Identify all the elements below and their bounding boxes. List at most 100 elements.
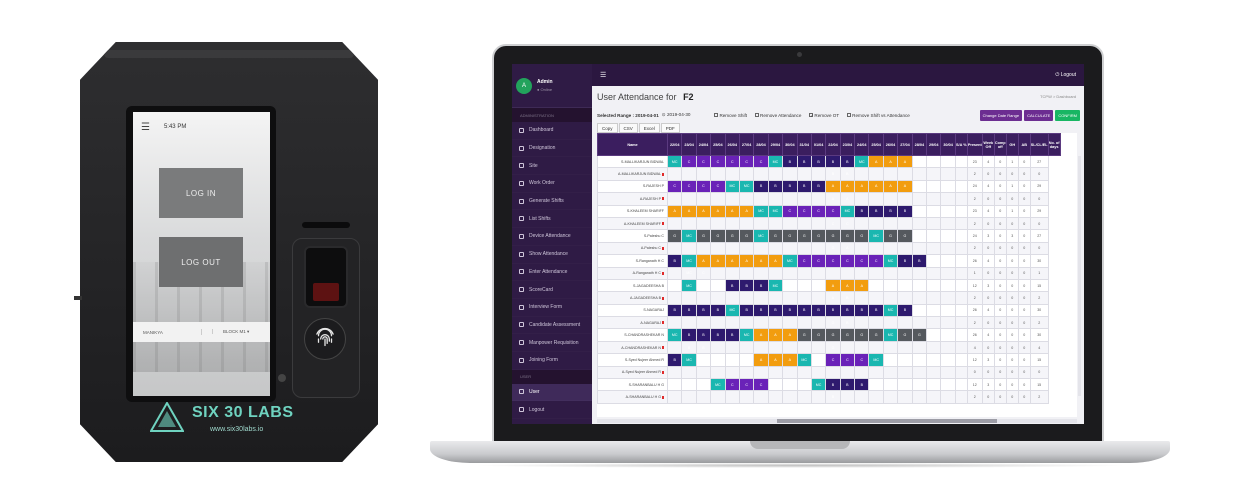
attendance-cell[interactable]: C [825, 204, 841, 218]
attendance-cell[interactable]: B [839, 316, 856, 330]
attendance-cell[interactable] [810, 340, 827, 355]
attendance-cell[interactable]: B [796, 179, 812, 194]
attendance-cell[interactable]: B [854, 303, 870, 318]
attendance-cell[interactable]: G [825, 340, 841, 355]
attendance-cell[interactable] [940, 204, 956, 218]
attendance-cell[interactable] [940, 390, 956, 404]
attendance-cell[interactable]: MC [854, 154, 870, 169]
attendance-cell[interactable] [767, 378, 784, 392]
attendance-cell[interactable] [796, 365, 812, 380]
attendance-cell[interactable]: B [724, 278, 740, 293]
attendance-cell[interactable]: B [882, 204, 899, 218]
attendance-cell[interactable]: B [825, 167, 841, 181]
attendance-cell[interactable]: C [796, 204, 812, 218]
attendance-cell[interactable] [926, 278, 942, 293]
attendance-cell[interactable]: B [839, 378, 856, 392]
attendance-cell[interactable] [724, 192, 740, 206]
attendance-cell[interactable]: MC [810, 378, 827, 392]
attendance-cell[interactable] [926, 378, 942, 392]
sidebar-item-user[interactable]: User [512, 383, 592, 402]
attendance-cell[interactable]: A [854, 179, 870, 194]
attendance-cell[interactable]: G [882, 229, 899, 243]
attendance-cell[interactable] [911, 291, 928, 305]
attendance-cell[interactable] [854, 192, 870, 206]
attendance-cell[interactable]: B [681, 328, 697, 342]
attendance-cell[interactable] [666, 167, 683, 181]
attendance-cell[interactable]: A [897, 179, 913, 194]
attendance-cell[interactable]: G [782, 229, 798, 243]
attendance-cell[interactable] [666, 316, 683, 330]
attendance-cell[interactable]: A [753, 353, 769, 367]
attendance-cell[interactable] [926, 291, 942, 305]
attendance-cell[interactable] [666, 365, 683, 380]
attendance-cell[interactable]: G [854, 229, 870, 243]
sidebar-item-list-shifts[interactable]: List Shifts [512, 210, 592, 228]
attendance-cell[interactable] [810, 241, 827, 256]
attendance-cell[interactable]: B [767, 303, 784, 318]
header-summary[interactable]: Comp off [993, 133, 1007, 156]
attendance-cell[interactable] [926, 328, 942, 342]
attendance-cell[interactable] [839, 390, 856, 404]
attendance-cell[interactable]: B [825, 154, 841, 169]
attendance-cell[interactable]: C [796, 254, 812, 268]
attendance-cell[interactable] [782, 365, 798, 380]
attendance-cell[interactable] [796, 390, 812, 404]
export-pdf-button[interactable]: PDF [660, 123, 680, 133]
header-summary[interactable]: Week Off [981, 133, 995, 156]
attendance-cell[interactable] [868, 316, 884, 330]
attendance-cell[interactable]: B [825, 303, 841, 318]
attendance-cell[interactable] [940, 365, 956, 380]
attendance-cell[interactable] [796, 278, 812, 293]
attendance-cell[interactable]: A [753, 328, 769, 342]
header-summary[interactable]: GH [1005, 133, 1019, 156]
attendance-cell[interactable] [724, 216, 740, 231]
attendance-cell[interactable] [738, 167, 755, 181]
attendance-cell[interactable]: A [839, 241, 856, 256]
attendance-cell[interactable] [854, 340, 870, 355]
attendance-cell[interactable]: MC [796, 353, 812, 367]
attendance-cell[interactable]: MC [666, 328, 683, 342]
attendance-cell[interactable]: B [796, 154, 812, 169]
attendance-cell[interactable] [868, 266, 884, 280]
attendance-cell[interactable] [897, 316, 913, 330]
confirm-button[interactable]: CONFIRM [1055, 109, 1080, 121]
attendance-cell[interactable]: G [796, 328, 812, 342]
attendance-cell[interactable]: A [782, 353, 798, 367]
attendance-cell[interactable] [940, 167, 956, 181]
attendance-cell[interactable]: MC [738, 179, 755, 194]
attendance-cell[interactable] [681, 316, 697, 330]
sidebar-item-manpower-requisition[interactable]: Manpower Requisition [512, 334, 592, 352]
attendance-cell[interactable] [911, 216, 928, 231]
attendance-cell[interactable] [681, 365, 697, 380]
attendance-cell[interactable]: C [681, 154, 697, 169]
attendance-cell[interactable] [767, 390, 784, 404]
attendance-cell[interactable]: MC [681, 229, 697, 243]
attendance-cell[interactable]: A [868, 154, 884, 169]
attendance-cell[interactable] [810, 216, 827, 231]
attendance-cell[interactable] [753, 216, 769, 231]
attendance-cell[interactable] [782, 340, 798, 355]
sidebar-item-joining-form[interactable]: Joining Form [512, 352, 592, 370]
attendance-cell[interactable] [695, 216, 712, 231]
attendance-cell[interactable] [926, 167, 942, 181]
attendance-cell[interactable]: MC [666, 154, 683, 169]
attendance-cell[interactable] [666, 390, 683, 404]
attendance-cell[interactable] [911, 192, 928, 206]
attendance-cell[interactable] [911, 241, 928, 256]
attendance-cell[interactable] [695, 353, 712, 367]
attendance-cell[interactable]: B [710, 303, 726, 318]
attendance-cell[interactable] [724, 365, 740, 380]
attendance-cell[interactable]: MC [868, 229, 884, 243]
attendance-cell[interactable] [753, 390, 769, 404]
attendance-cell[interactable] [810, 266, 827, 280]
attendance-cell[interactable] [738, 365, 755, 380]
attendance-cell[interactable] [926, 316, 942, 330]
attendance-cell[interactable] [926, 390, 942, 404]
sidebar-item-site[interactable]: Site [512, 157, 592, 175]
header-date[interactable]: 26/04 [882, 133, 899, 156]
attendance-cell[interactable]: A [839, 192, 856, 206]
sidebar-item-show-attendance[interactable]: Show Attendance [512, 246, 592, 264]
header-date[interactable]: 22/04 [666, 133, 683, 156]
attendance-cell[interactable]: G [796, 229, 812, 243]
header-date[interactable]: 01/04 [810, 133, 827, 156]
